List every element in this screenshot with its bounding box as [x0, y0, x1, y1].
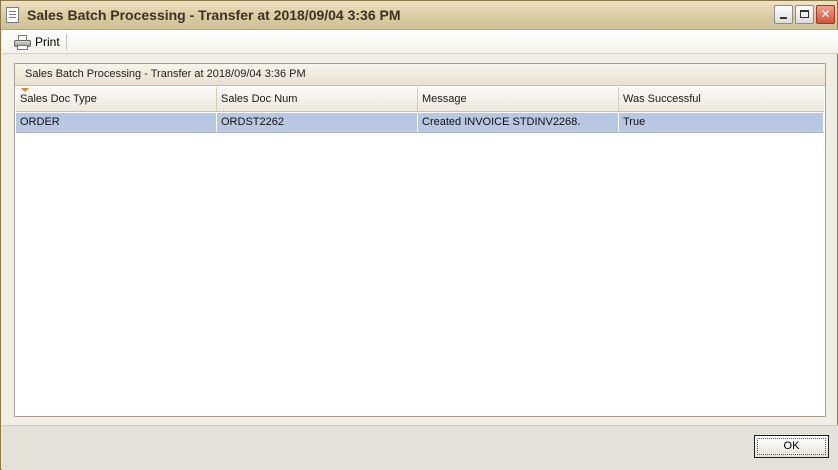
grid-header: Sales Doc Type Sales Doc Num Message Was… — [16, 87, 824, 112]
results-panel: Sales Batch Processing - Transfer at 201… — [14, 63, 826, 417]
dialog-window: Sales Batch Processing - Transfer at 201… — [0, 0, 838, 470]
column-header-message[interactable]: Message — [418, 87, 619, 111]
maximize-icon — [800, 10, 809, 18]
column-header-label: Message — [422, 93, 467, 105]
dialog-footer: OK — [2, 425, 838, 470]
maximize-button[interactable] — [795, 5, 814, 24]
cell-sales-doc-type: ORDER — [16, 113, 217, 132]
document-icon — [6, 7, 19, 23]
toolbar: Print — [2, 30, 838, 54]
print-button[interactable]: Print — [10, 32, 64, 52]
cell-sales-doc-num: ORDST2262 — [217, 113, 418, 132]
column-header-was-successful[interactable]: Was Successful — [619, 87, 824, 111]
printer-icon — [14, 34, 31, 50]
table-row[interactable]: ORDER ORDST2262 Created INVOICE STDINV22… — [16, 113, 824, 133]
cell-was-successful: True — [619, 113, 824, 132]
toolbar-separator — [66, 34, 67, 50]
close-icon: ✕ — [820, 7, 831, 21]
panel-title: Sales Batch Processing - Transfer at 201… — [25, 68, 306, 80]
column-header-label: Sales Doc Type — [20, 93, 97, 105]
close-button[interactable]: ✕ — [816, 5, 835, 24]
cell-message: Created INVOICE STDINV2268. — [418, 113, 619, 132]
column-header-sales-doc-num[interactable]: Sales Doc Num — [217, 87, 418, 111]
ok-button[interactable]: OK — [754, 435, 829, 458]
column-header-label: Sales Doc Num — [221, 93, 298, 105]
print-label: Print — [35, 35, 60, 49]
panel-header: Sales Batch Processing - Transfer at 201… — [15, 64, 825, 86]
sort-indicator-icon — [21, 88, 29, 92]
column-header-label: Was Successful — [623, 93, 701, 105]
title-bar[interactable]: Sales Batch Processing - Transfer at 201… — [1, 1, 837, 30]
minimize-icon — [780, 17, 787, 19]
window-title: Sales Batch Processing - Transfer at 201… — [27, 7, 401, 23]
column-header-sales-doc-type[interactable]: Sales Doc Type — [16, 87, 217, 111]
minimize-button[interactable] — [774, 5, 793, 24]
